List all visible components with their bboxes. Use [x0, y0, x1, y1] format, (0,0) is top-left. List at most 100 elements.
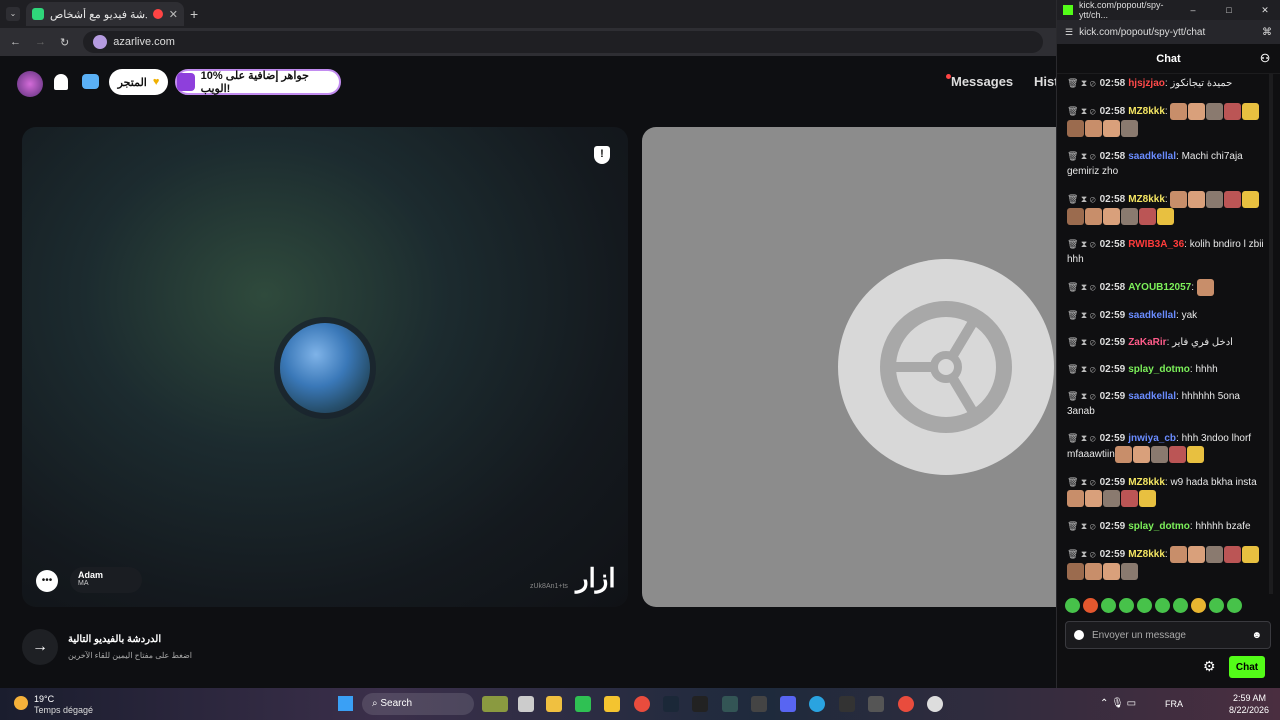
reload-icon[interactable]: ↻ — [60, 36, 69, 49]
app4-icon[interactable] — [868, 696, 884, 712]
message-username[interactable]: splay_dotmo — [1128, 364, 1190, 375]
new-tab-button[interactable]: + — [190, 6, 198, 22]
message-time: 02:58 — [1099, 282, 1126, 294]
message-actions-icon[interactable]: 🗑 ⧗ ⊘ — [1067, 521, 1096, 531]
emote-icon[interactable] — [1137, 598, 1152, 613]
tab-search-icon[interactable]: ⌄ — [6, 7, 20, 21]
message-actions-icon[interactable]: 🗑 ⧗ ⊘ — [1067, 194, 1096, 204]
message-actions-icon[interactable]: 🗑 ⧗ ⊘ — [1067, 364, 1096, 374]
bell-icon[interactable] — [54, 74, 68, 90]
back-icon[interactable]: ← — [10, 36, 21, 48]
users-icon[interactable]: ⚇ — [1260, 52, 1270, 65]
whatsapp-icon[interactable] — [575, 696, 591, 712]
close-tab-icon[interactable]: ✕ — [169, 8, 178, 21]
report-shield-icon[interactable]: ! — [594, 146, 610, 164]
browser-tab[interactable]: أزاردردشة فيديو مع أشخاص ✕ — [26, 2, 184, 26]
history-link[interactable]: Hist — [1034, 74, 1056, 89]
message-username[interactable]: MZ8kkk — [1128, 549, 1165, 560]
message-actions-icon[interactable]: 🗑 ⧗ ⊘ — [1067, 477, 1096, 487]
task-view-icon[interactable] — [518, 696, 534, 712]
message-actions-icon[interactable]: 🗑 ⧗ ⊘ — [1067, 106, 1096, 116]
forward-icon[interactable]: → — [35, 36, 46, 48]
chrome2-icon[interactable] — [898, 696, 914, 712]
message-username[interactable]: splay_dotmo — [1128, 521, 1190, 532]
app3-icon[interactable] — [839, 696, 855, 712]
emote-icon[interactable] — [1119, 598, 1134, 613]
emote-icon[interactable] — [1065, 598, 1080, 613]
lang-indicator[interactable]: FRA — [1165, 699, 1183, 709]
minimize-icon[interactable]: – — [1178, 5, 1208, 15]
telegram-icon[interactable] — [809, 696, 825, 712]
widget-icon[interactable] — [482, 696, 508, 712]
chat-emote — [1242, 191, 1260, 208]
message-username[interactable]: MZ8kkk — [1128, 194, 1165, 205]
emote-icon[interactable] — [1083, 598, 1098, 613]
message-actions-icon[interactable]: 🗑 ⧗ ⊘ — [1067, 310, 1096, 320]
close-window-icon[interactable]: ✕ — [1250, 5, 1280, 16]
discord-icon[interactable] — [780, 696, 796, 712]
chat-toggle-icon[interactable]: ••• — [36, 570, 58, 592]
emote-icon[interactable] — [1155, 598, 1170, 613]
message-actions-icon[interactable]: 🗑 ⧗ ⊘ — [1067, 549, 1096, 559]
chat-bubble-icon[interactable] — [82, 74, 99, 89]
message-username[interactable]: jnwiya_cb — [1128, 433, 1176, 444]
message-username[interactable]: saadkellal — [1128, 310, 1176, 321]
emote-icon[interactable] — [1173, 598, 1188, 613]
promo-button[interactable]: 10% جواهر إضافية على الويب! — [175, 69, 341, 95]
shop-button[interactable]: المتجر ♥ — [109, 69, 168, 95]
start-icon[interactable] — [338, 696, 353, 711]
clock-time[interactable]: 2:59 AM — [1233, 693, 1266, 703]
message-actions-icon[interactable]: 🗑 ⧗ ⊘ — [1067, 433, 1096, 443]
send-chat-button[interactable]: Chat — [1229, 656, 1265, 678]
messages-link[interactable]: Messages — [951, 74, 1013, 89]
message-actions-icon[interactable]: 🗑 ⧗ ⊘ — [1067, 78, 1096, 88]
message-text: yak — [1181, 310, 1198, 321]
tray-icons[interactable]: ⌃ 🎙 ▭ — [1100, 698, 1136, 709]
message-username[interactable]: hjsjzjao — [1128, 78, 1165, 89]
epic-icon[interactable] — [692, 696, 708, 712]
store-icon[interactable] — [546, 696, 562, 712]
profile-avatar[interactable] — [17, 71, 43, 97]
explorer-icon[interactable] — [604, 696, 620, 712]
weather-icon[interactable] — [14, 696, 28, 710]
emote-picker-icon[interactable] — [1074, 630, 1084, 640]
message-actions-icon[interactable]: 🗑 ⧗ ⊘ — [1067, 282, 1096, 292]
smiley-icon[interactable]: ☻ — [1251, 630, 1262, 641]
message-actions-icon[interactable]: 🗑 ⧗ ⊘ — [1067, 337, 1096, 347]
message-username[interactable]: saadkellal — [1128, 151, 1176, 162]
message-username[interactable]: ZaKaRir — [1128, 337, 1166, 348]
steam-icon[interactable] — [663, 696, 679, 712]
message-username[interactable]: AYOUB12057 — [1128, 282, 1191, 293]
tune-icon[interactable]: ☰ — [1065, 27, 1073, 38]
emote-icon[interactable] — [1101, 598, 1116, 613]
obs-icon[interactable] — [927, 696, 943, 712]
message-actions-icon[interactable]: 🗑 ⧗ ⊘ — [1067, 151, 1096, 161]
emote-icon[interactable] — [1191, 598, 1206, 613]
translate-icon[interactable]: ⌘ — [1262, 27, 1272, 38]
chat-emote — [1067, 208, 1084, 225]
emote-icon[interactable] — [1209, 598, 1224, 613]
emote-icon[interactable] — [1227, 598, 1242, 613]
maximize-icon[interactable]: □ — [1214, 5, 1244, 15]
site-info-icon[interactable] — [93, 35, 108, 49]
app-icon[interactable] — [722, 696, 738, 712]
search-box[interactable]: ⌕ Search — [362, 693, 474, 715]
chat-scrollbar[interactable] — [1269, 74, 1273, 594]
message-username[interactable]: saadkellal — [1128, 391, 1176, 402]
next-video-button[interactable]: → — [22, 629, 58, 665]
chrome-icon[interactable] — [634, 696, 650, 712]
url-field[interactable]: azarlive.com — [83, 31, 1044, 53]
message-username[interactable]: MZ8kkk — [1128, 106, 1165, 117]
message-text: hhhh — [1195, 364, 1218, 375]
chat-input[interactable]: Envoyer un message ☻ — [1065, 621, 1271, 649]
chat-message: 🗑 ⧗ ⊘ 02:59 saadkellal: hhhhhh 5ona 3anab — [1067, 389, 1267, 419]
chat-settings-icon[interactable]: ⚙ — [1203, 658, 1216, 675]
message-actions-icon[interactable]: 🗑 ⧗ ⊘ — [1067, 239, 1096, 249]
message-username[interactable]: MZ8kkk — [1128, 477, 1165, 488]
message-username[interactable]: RWIB3A_36 — [1128, 239, 1184, 250]
app2-icon[interactable] — [751, 696, 767, 712]
chat-emote — [1168, 446, 1186, 463]
chat-message: 🗑 ⧗ ⊘ 02:58 RWIB3A_36: kolih bndiro l zbii… — [1067, 237, 1267, 267]
message-actions-icon[interactable]: 🗑 ⧗ ⊘ — [1067, 391, 1096, 401]
clock-date[interactable]: 8/22/2026 — [1229, 705, 1269, 715]
